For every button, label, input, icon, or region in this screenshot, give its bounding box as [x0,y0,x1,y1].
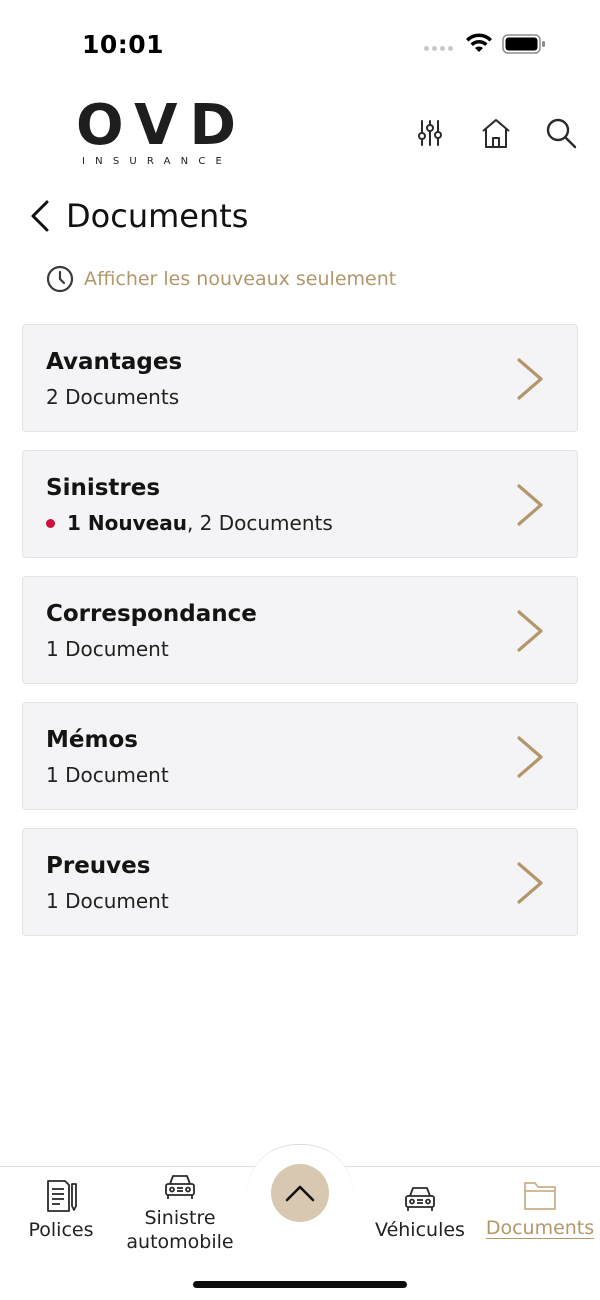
back-button[interactable] [22,191,58,241]
document-pen-icon [47,1180,77,1212]
home-button[interactable] [477,114,515,152]
show-new-only-link[interactable]: Afficher les nouveaux seulement [45,264,396,294]
show-new-only-label: Afficher les nouveaux seulement [84,268,397,290]
car-icon [165,1175,195,1199]
folder-card-preuves[interactable]: Preuves 1 Document [22,828,578,936]
page-title: Documents [66,197,249,235]
home-indicator[interactable] [193,1281,407,1288]
nav-item-vehicules[interactable]: Véhicules [372,1184,468,1242]
logo-text: OVD [76,93,248,158]
folder-card-memos[interactable]: Mémos 1 Document [22,702,578,810]
documents-screen: 10:01 OVD INSURANCE Documents Afficher l… [0,0,600,1300]
ovd-insurance-logo[interactable]: OVD INSURANCE [76,93,248,168]
new-count-label: 1 Nouveau [67,511,187,535]
folder-card-sinistres[interactable]: Sinistres 1 Nouveau , 2 Documents [22,450,578,558]
folder-count: 1 Document [46,637,169,661]
status-bar: 10:01 [0,0,600,88]
search-button[interactable] [542,114,580,152]
nav-item-polices[interactable]: Polices [22,1178,100,1242]
nav-item-sinistre-automobile[interactable]: Sinistre automobile [120,1172,240,1254]
nav-label: Polices [28,1219,94,1241]
home-icon [482,119,510,148]
wifi-icon [466,33,492,52]
folder-card-correspondance[interactable]: Correspondance 1 Document [22,576,578,684]
nav-label: Véhicules [375,1219,465,1241]
title-row: Documents [22,188,248,244]
chevron-left-icon [31,200,49,232]
folder-count: 1 Document [46,763,169,787]
search-icon [546,118,577,149]
scroll-up-fab[interactable] [271,1164,329,1222]
folder-count: , 2 Documents [186,511,333,535]
folder-icon [524,1182,556,1210]
folder-count: 1 Document [46,889,169,913]
cellular-signal-icon [424,46,453,51]
chevron-right-icon [517,610,543,652]
status-time: 10:01 [82,30,165,59]
folder-name: Avantages [46,349,183,375]
clock-icon [46,265,74,293]
app-header: OVD INSURANCE [0,88,600,178]
nav-item-documents[interactable]: Documents [484,1178,596,1240]
chevron-up-icon [285,1185,315,1202]
nav-label-line2: automobile [126,1231,234,1253]
chevron-right-icon [517,736,543,778]
logo-subtext: INSURANCE [82,156,233,167]
chevron-right-icon [517,484,543,526]
folder-name: Preuves [46,853,151,879]
chevron-right-icon [517,358,543,400]
folder-card-avantages[interactable]: Avantages 2 Documents [22,324,578,432]
sliders-icon [418,120,442,146]
folder-count-row: 1 Document [46,637,169,661]
chevron-right-icon [517,862,543,904]
folder-count: 2 Documents [46,385,180,409]
folder-count-row: 1 Document [46,763,169,787]
folder-count-row: 1 Document [46,889,169,913]
nav-label-line1: Sinistre [144,1207,216,1229]
new-indicator-dot [46,518,55,528]
folder-count-row: 2 Documents [46,385,179,409]
battery-icon [502,34,545,54]
car-icon [405,1187,435,1211]
filter-button[interactable] [411,114,449,152]
folder-name: Sinistres [46,475,161,501]
document-folder-list: Avantages 2 Documents Sinistres 1 Nouvea… [22,324,578,954]
folder-count-row: 1 Nouveau , 2 Documents [46,511,333,535]
nav-label: Documents [485,1217,595,1239]
folder-name: Mémos [46,727,138,753]
folder-name: Correspondance [46,601,257,627]
